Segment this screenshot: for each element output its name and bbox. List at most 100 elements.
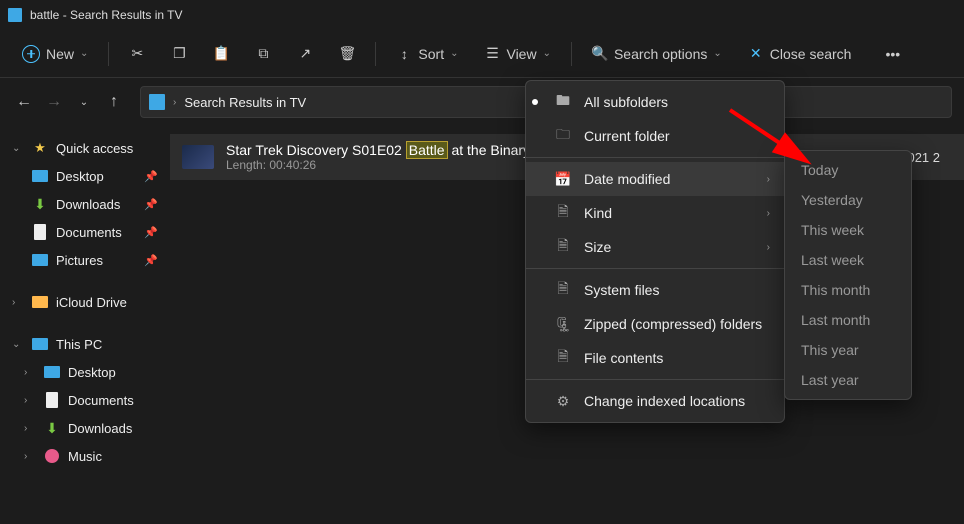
folder-icon (32, 294, 48, 310)
chevron-right-icon: › (173, 97, 176, 108)
sidebar-item-pc-downloads[interactable]: › ⬇ Downloads (0, 414, 170, 442)
menu-label: Last week (801, 252, 864, 268)
sidebar-item-desktop[interactable]: Desktop 📌 (0, 162, 170, 190)
menu-label: All subfolders (584, 94, 668, 110)
pc-icon (32, 336, 48, 352)
copy-button[interactable]: ❐ (161, 40, 197, 68)
picture-icon (32, 252, 48, 268)
chevron-right-icon: › (767, 208, 770, 219)
menu-zipped[interactable]: 🗜 Zipped (compressed) folders (526, 307, 784, 341)
document-icon (44, 392, 60, 408)
menu-system-files[interactable]: 🗎 System files (526, 273, 784, 307)
length-label: Length: (226, 158, 269, 172)
subfolders-icon: 🖿 (554, 93, 572, 111)
menu-label: This year (801, 342, 859, 358)
sidebar-item-pc-music[interactable]: › Music (0, 442, 170, 470)
document-icon (32, 224, 48, 240)
sidebar-label: Documents (56, 225, 122, 240)
cut-icon: ✂ (129, 46, 145, 62)
recent-button[interactable]: ⌄ (72, 90, 96, 114)
video-thumbnail (182, 145, 214, 169)
share-icon: ↗ (297, 46, 313, 62)
search-options-label: Search options (614, 46, 707, 62)
submenu-this-week[interactable]: This week (785, 215, 911, 245)
view-icon: ☰ (484, 46, 500, 62)
window-title: battle - Search Results in TV (30, 8, 183, 22)
chevron-right-icon: › (24, 395, 36, 406)
menu-label: Last month (801, 312, 870, 328)
result-title: Star Trek Discovery S01E02 Battle at the… (226, 142, 530, 158)
sidebar-label: Quick access (56, 141, 133, 156)
contents-icon: 🗎 (554, 349, 572, 367)
sidebar-item-pc-documents[interactable]: › Documents (0, 386, 170, 414)
chevron-right-icon: › (767, 174, 770, 185)
menu-label: Size (584, 239, 611, 255)
menu-label: Last year (801, 372, 859, 388)
sidebar-item-documents[interactable]: Documents 📌 (0, 218, 170, 246)
search-icon: 🔍 (592, 46, 608, 62)
sidebar-item-this-pc[interactable]: ⌄ This PC (0, 330, 170, 358)
menu-label: Yesterday (801, 192, 863, 208)
kind-icon: 🗎 (554, 204, 572, 222)
close-search-button[interactable]: ✕ Close search (738, 40, 862, 68)
sidebar-item-downloads[interactable]: ⬇ Downloads 📌 (0, 190, 170, 218)
menu-label: Today (801, 162, 838, 178)
delete-button[interactable]: 🗑 (329, 40, 365, 68)
sidebar-label: Downloads (68, 421, 132, 436)
submenu-last-week[interactable]: Last week (785, 245, 911, 275)
nav-row: ← → ⌄ ↑ › Search Results in TV (0, 78, 964, 126)
submenu-this-month[interactable]: This month (785, 275, 911, 305)
back-button[interactable]: ← (12, 90, 36, 114)
address-text: Search Results in TV (184, 95, 306, 110)
submenu-last-month[interactable]: Last month (785, 305, 911, 335)
cut-button[interactable]: ✂ (119, 40, 155, 68)
chevron-down-icon: ⌄ (80, 48, 88, 59)
forward-button[interactable]: → (42, 90, 66, 114)
paste-button[interactable]: 📋 (203, 40, 239, 68)
menu-label: Kind (584, 205, 612, 221)
date-icon: 📅 (554, 170, 572, 188)
download-icon: ⬇ (44, 420, 60, 436)
app-folder-icon (8, 8, 22, 22)
download-icon: ⬇ (32, 196, 48, 212)
delete-icon: 🗑 (339, 46, 355, 62)
menu-size[interactable]: 🗎 Size › (526, 230, 784, 264)
share-button[interactable]: ↗ (287, 40, 323, 68)
more-button[interactable]: ••• (875, 40, 910, 68)
sidebar-item-pc-desktop[interactable]: › Desktop (0, 358, 170, 386)
submenu-yesterday[interactable]: Yesterday (785, 185, 911, 215)
menu-label: Zipped (compressed) folders (584, 316, 762, 332)
up-button[interactable]: ↑ (102, 90, 126, 114)
menu-label: File contents (584, 350, 663, 366)
submenu-today[interactable]: Today (785, 155, 911, 185)
menu-date-modified[interactable]: 📅 Date modified › (526, 162, 784, 196)
sidebar-item-icloud[interactable]: › iCloud Drive (0, 288, 170, 316)
rename-button[interactable]: ⧉ (245, 40, 281, 68)
folder-icon (149, 94, 165, 110)
sidebar-item-pictures[interactable]: Pictures 📌 (0, 246, 170, 274)
menu-current-folder[interactable]: 🗀 Current folder (526, 119, 784, 153)
menu-change-indexed[interactable]: ⚙ Change indexed locations (526, 384, 784, 418)
pin-icon: 📌 (144, 198, 158, 211)
chevron-down-icon: ⌄ (12, 339, 24, 350)
view-button[interactable]: ☰ View ⌄ (474, 40, 560, 68)
close-search-label: Close search (770, 46, 852, 62)
submenu-this-year[interactable]: This year (785, 335, 911, 365)
menu-file-contents[interactable]: 🗎 File contents (526, 341, 784, 375)
submenu-last-year[interactable]: Last year (785, 365, 911, 395)
sort-button[interactable]: ↕ Sort ⌄ (386, 40, 468, 68)
new-button[interactable]: New ⌄ (12, 39, 98, 69)
close-icon: ✕ (748, 46, 764, 62)
menu-separator (526, 268, 784, 269)
date-submenu: Today Yesterday This week Last week This… (784, 150, 912, 400)
menu-label: Current folder (584, 128, 670, 144)
sidebar-item-quick-access[interactable]: ⌄ ★ Quick access (0, 134, 170, 162)
menu-kind[interactable]: 🗎 Kind › (526, 196, 784, 230)
rename-icon: ⧉ (255, 46, 271, 62)
music-icon (44, 448, 60, 464)
chevron-right-icon: › (12, 297, 24, 308)
chevron-right-icon: › (767, 242, 770, 253)
menu-all-subfolders[interactable]: 🖿 All subfolders (526, 85, 784, 119)
search-options-button[interactable]: 🔍 Search options ⌄ (582, 40, 732, 68)
sidebar-label: iCloud Drive (56, 295, 127, 310)
